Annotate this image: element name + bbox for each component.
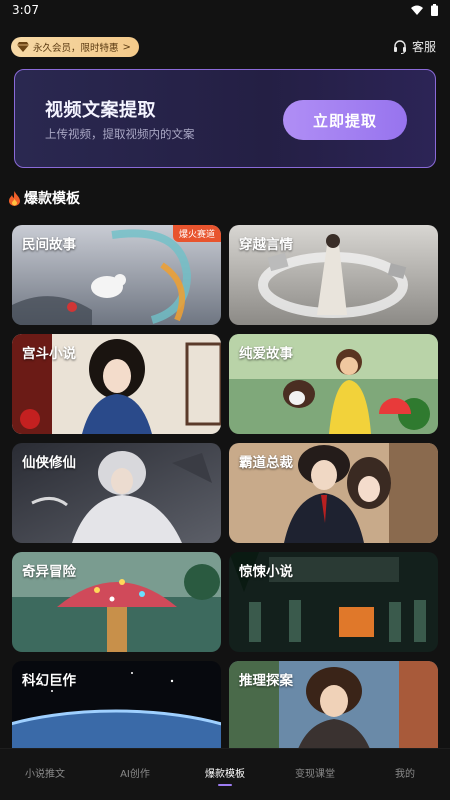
status-icons <box>411 4 438 16</box>
card-label: 仙侠修仙 <box>22 455 76 471</box>
banner-subtitle: 上传视频，提取视频内的文案 <box>45 127 195 141</box>
tab-ai-creation[interactable]: AI创作 <box>90 765 180 780</box>
section-header: 爆款模板 <box>8 188 80 208</box>
bottom-tab-bar: 小说推文 AI创作 爆款模板 变现课堂 我的 <box>0 748 450 800</box>
hot-badge: 爆火赛道 <box>172 225 221 242</box>
diamond-icon <box>17 42 29 52</box>
tab-hot-templates[interactable]: 爆款模板 <box>180 765 270 780</box>
template-card-domineering-ceo[interactable]: 霸道总裁 <box>229 443 438 543</box>
template-card-pure-love[interactable]: 纯爱故事 <box>229 334 438 434</box>
template-card-detective-mystery[interactable]: 推理探案 <box>229 661 438 761</box>
template-card-time-travel-romance[interactable]: 穿越言情 <box>229 225 438 325</box>
tab-novel-promo[interactable]: 小说推文 <box>0 765 90 780</box>
card-label: 奇异冒险 <box>22 564 76 580</box>
card-label: 霸道总裁 <box>239 455 293 471</box>
template-card-thriller[interactable]: 惊悚小说 <box>229 552 438 652</box>
customer-service-button[interactable]: 客服 <box>393 38 436 55</box>
card-label: 惊悚小说 <box>239 564 293 580</box>
section-title: 爆款模板 <box>24 191 80 207</box>
template-card-sci-fi-epic[interactable]: 科幻巨作 <box>12 661 221 761</box>
card-label: 科幻巨作 <box>22 673 76 689</box>
template-card-palace-intrigue[interactable]: 宫斗小说 <box>12 334 221 434</box>
template-card-fantasy-adventure[interactable]: 奇异冒险 <box>12 552 221 652</box>
template-card-xianxia-cultivation[interactable]: 仙侠修仙 <box>12 443 221 543</box>
template-card-folk-tales[interactable]: 民间故事 爆火赛道 <box>12 225 221 325</box>
tab-monetization-class[interactable]: 变现课堂 <box>270 765 360 780</box>
active-tab-indicator <box>218 784 232 786</box>
vip-promo-button[interactable]: 永久会员，限时特惠 > <box>11 37 139 57</box>
card-label: 穿越言情 <box>239 237 293 253</box>
wifi-icon <box>411 5 423 15</box>
card-label: 推理探案 <box>239 673 293 689</box>
status-time: 3:07 <box>12 3 39 17</box>
tab-mine[interactable]: 我的 <box>360 765 450 780</box>
vip-promo-label: 永久会员，限时特惠 <box>33 43 119 54</box>
fire-icon <box>9 190 20 206</box>
status-bar: 3:07 <box>0 0 450 22</box>
card-label: 宫斗小说 <box>22 346 76 362</box>
card-label: 纯爱故事 <box>239 346 293 362</box>
video-extract-banner[interactable]: 视频文案提取 上传视频，提取视频内的文案 立即提取 <box>14 69 436 168</box>
battery-icon <box>431 4 438 16</box>
headset-icon <box>393 39 406 54</box>
chevron-right-icon: > <box>122 41 131 53</box>
banner-title: 视频文案提取 <box>45 100 156 121</box>
card-label: 民间故事 <box>22 237 76 253</box>
extract-now-button[interactable]: 立即提取 <box>283 100 407 140</box>
customer-service-label: 客服 <box>411 40 436 54</box>
